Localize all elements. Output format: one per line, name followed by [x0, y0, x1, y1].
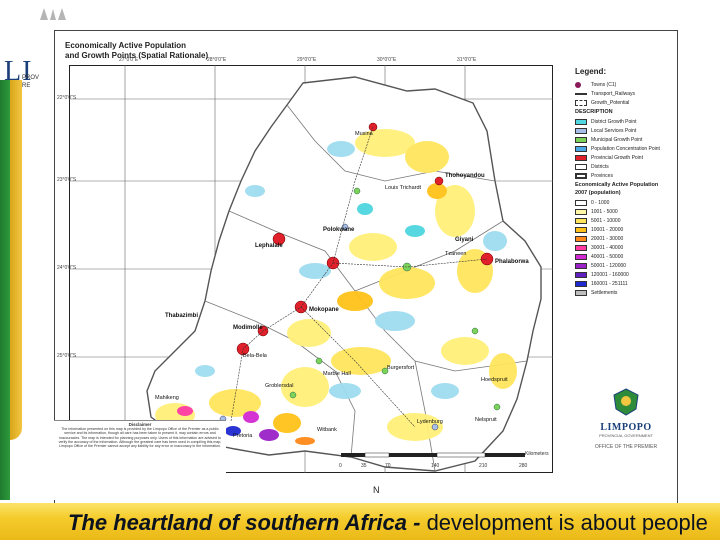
slide-side-decoration: LI PROV RE: [0, 0, 66, 500]
grid-label-top: 31°0'0"E: [457, 57, 477, 63]
place-label: Polokwane: [323, 227, 355, 233]
place-label: Lephalale: [255, 243, 283, 249]
legend-item: 50001 - 120000: [575, 261, 675, 270]
grid-label-top: 28°0'0"E: [207, 57, 227, 63]
grid-label-top: 29°0'0"E: [297, 57, 317, 63]
legend-item: 10001 - 20000: [575, 225, 675, 234]
grid-label-left: 23°0'0"S: [57, 177, 77, 183]
grid-label-top: 27°0'0"E: [119, 57, 139, 63]
legend-item: 120001 - 160000: [575, 270, 675, 279]
legend-item: District Growth Point: [575, 117, 675, 126]
place-label: Pretoria: [233, 433, 253, 439]
legend-item: 30001 - 40000: [575, 243, 675, 252]
legend-title: Legend:: [575, 67, 607, 76]
scale-bar: 0 35 70 140 210 280 Kilometers: [339, 451, 549, 469]
place-label: Burgersfort: [387, 365, 415, 371]
place-label: Tzaneen: [445, 251, 467, 257]
legend-item: Local Services Point: [575, 126, 675, 135]
legend-item: Towns (C1): [575, 80, 675, 89]
place-label: Musina: [355, 131, 373, 137]
place-label: Marble Hall: [323, 371, 351, 377]
place-label: Hoedspruit: [481, 377, 508, 383]
legend-item: 1001 - 5000: [575, 207, 675, 216]
legend-item: Population Concentration Point: [575, 144, 675, 153]
north-arrow: N: [373, 485, 380, 495]
legend-item: Municipal Growth Point: [575, 135, 675, 144]
legend-item: Provinces: [575, 171, 675, 180]
place-label: Bela-Bela: [243, 353, 267, 359]
place-label: Modimolle: [233, 325, 263, 331]
legend-item: 20001 - 30000: [575, 234, 675, 243]
place-label: Groblersdal: [265, 383, 294, 389]
legend-item: Districts: [575, 162, 675, 171]
legend-description-header: DESCRIPTION: [575, 109, 613, 115]
legend-item: 5001 - 10000: [575, 216, 675, 225]
place-label: Nelspruit: [475, 417, 497, 423]
grid-label-left: 24°0'0"S: [57, 265, 77, 271]
place-label: Phalaborwa: [495, 259, 529, 265]
legend-item: 40001 - 50000: [575, 252, 675, 261]
disclaimer-box: Disclaimer The information presented on …: [54, 420, 226, 500]
grid-label-top: 30°0'0"E: [377, 57, 397, 63]
legend-population-subheader: 2007 (population): [575, 190, 621, 196]
legend-item: Transport_Railways: [575, 89, 675, 98]
grid-label-left: 25°0'0"S: [57, 353, 77, 359]
gold-stripe: [10, 80, 22, 440]
place-label: Louis Trichardt: [385, 185, 422, 191]
coat-of-arms-icon: [613, 388, 639, 416]
place-label: Mahikeng: [155, 395, 179, 401]
grid-label-left: 22°0'0"S: [57, 95, 77, 101]
legend-item: Growth_Potential: [575, 98, 675, 107]
map-legend: Legend: Towns (C1) Transport_Railways Gr…: [575, 67, 675, 387]
place-label: Thohoyandou: [445, 173, 485, 179]
crest-icon: [40, 8, 66, 20]
legend-population-header: Economically Active Population: [575, 182, 659, 188]
place-label: Mokopane: [309, 307, 339, 313]
place-label: Giyani: [455, 237, 474, 243]
legend-item: Provincial Growth Point: [575, 153, 675, 162]
legend-item: 0 - 1000: [575, 198, 675, 207]
place-label: Lydenburg: [417, 419, 443, 425]
place-label: Witbank: [317, 427, 337, 433]
svg-text:N: N: [373, 485, 380, 495]
place-label: Thabazimbi: [165, 313, 199, 319]
limpopo-logo: LIMPOPO PROVINCIAL GOVERNMENT OFFICE OF …: [581, 387, 671, 491]
slogan-banner: The heartland of southern Africa - devel…: [0, 503, 720, 540]
legend-item: 160001 - 251111: [575, 279, 675, 288]
legend-item: Settlements: [575, 288, 675, 297]
green-stripe: [0, 80, 10, 500]
slogan-text: The heartland of southern Africa - devel…: [68, 510, 708, 535]
deco-small-text: PROV RE: [22, 75, 40, 89]
